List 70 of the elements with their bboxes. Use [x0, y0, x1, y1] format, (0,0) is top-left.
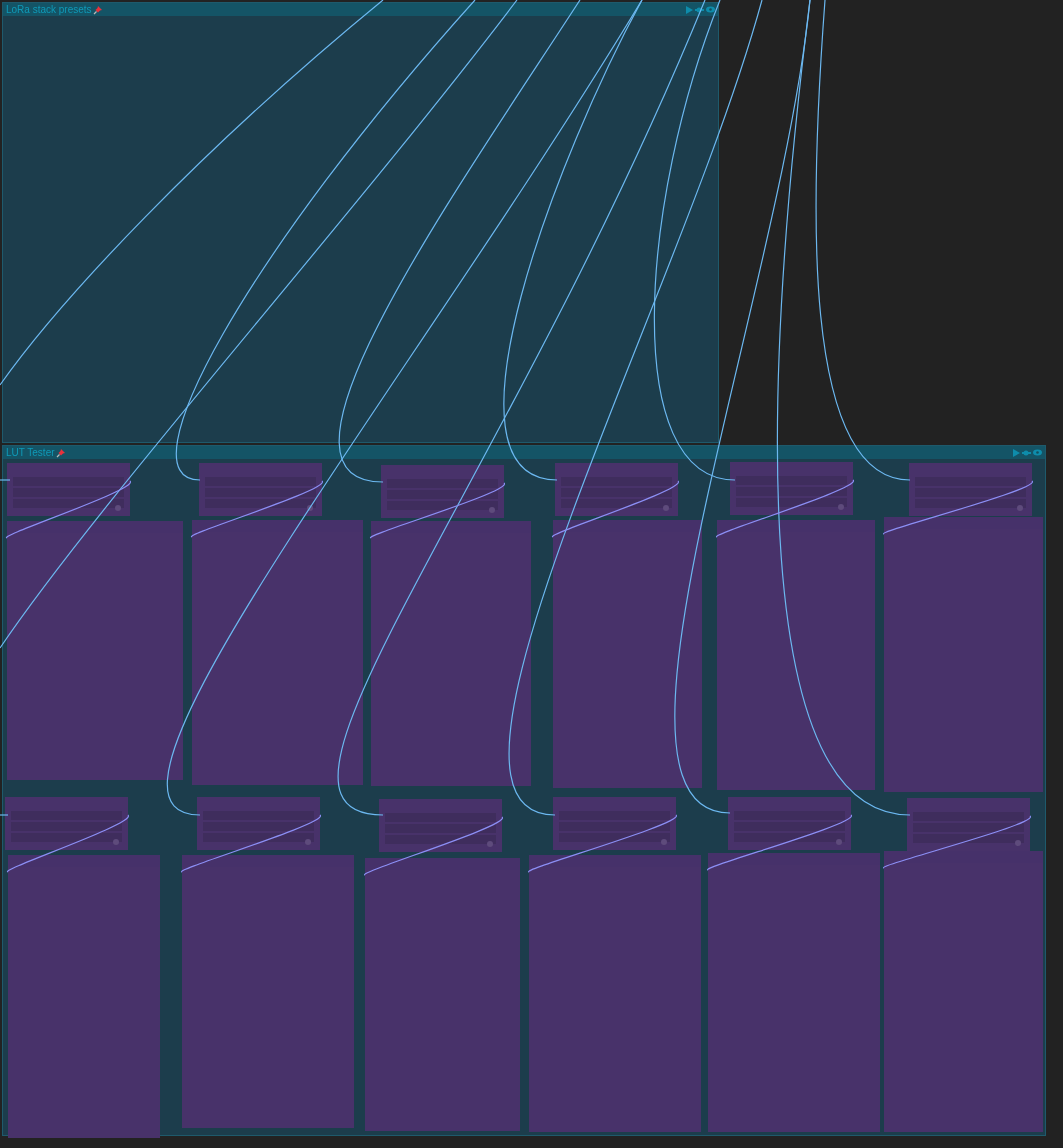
widget-row[interactable]: [736, 487, 847, 496]
node[interactable]: [199, 463, 322, 516]
node[interactable]: [5, 797, 128, 850]
widget-row[interactable]: [205, 499, 316, 508]
node[interactable]: [555, 463, 678, 516]
widget-row[interactable]: [11, 833, 122, 842]
node[interactable]: [708, 853, 880, 1132]
node[interactable]: [192, 520, 363, 785]
node[interactable]: [553, 797, 676, 850]
node[interactable]: [884, 851, 1043, 1132]
toggle-icon[interactable]: [1015, 840, 1021, 846]
node[interactable]: [909, 463, 1032, 516]
widget-row[interactable]: [203, 833, 314, 842]
play-icon[interactable]: [686, 5, 693, 14]
eye-icon[interactable]: [706, 6, 715, 13]
eye-icon[interactable]: [1033, 449, 1042, 456]
widget-row[interactable]: [561, 488, 672, 497]
toggle-icon[interactable]: [115, 505, 121, 511]
widget-row[interactable]: [203, 822, 314, 831]
pin-icon[interactable]: [92, 4, 103, 15]
toggle-icon[interactable]: [113, 839, 119, 845]
pin-icon[interactable]: [55, 447, 66, 458]
node[interactable]: [730, 462, 853, 515]
toggle-icon[interactable]: [838, 504, 844, 510]
widget-row[interactable]: [559, 833, 670, 842]
node[interactable]: [381, 465, 504, 518]
group-title[interactable]: LUT Tester: [6, 446, 55, 459]
node[interactable]: [371, 521, 531, 786]
node[interactable]: [728, 797, 851, 850]
widget-row[interactable]: [913, 834, 1024, 843]
widget-row[interactable]: [561, 499, 672, 508]
widget-row[interactable]: [915, 499, 1026, 508]
node[interactable]: [907, 798, 1030, 851]
widget-row[interactable]: [913, 823, 1024, 832]
widget-row[interactable]: [11, 822, 122, 831]
toggle-icon[interactable]: [661, 839, 667, 845]
toggle-icon[interactable]: [663, 505, 669, 511]
play-icon[interactable]: [1013, 448, 1020, 457]
bypass-icon[interactable]: [1022, 448, 1031, 457]
node[interactable]: [7, 521, 183, 780]
toggle-icon[interactable]: [1017, 505, 1023, 511]
widget-row[interactable]: [13, 499, 124, 508]
widget-row[interactable]: [915, 488, 1026, 497]
widget-row[interactable]: [387, 490, 498, 499]
widget-row[interactable]: [736, 498, 847, 507]
widget-row[interactable]: [13, 488, 124, 497]
widget-row[interactable]: [734, 833, 845, 842]
widget-row[interactable]: [734, 822, 845, 831]
node[interactable]: [197, 797, 320, 850]
node[interactable]: [379, 799, 502, 852]
widget-row[interactable]: [385, 824, 496, 833]
widget-row[interactable]: [205, 488, 316, 497]
node[interactable]: [884, 517, 1043, 792]
toggle-icon[interactable]: [487, 841, 493, 847]
widget-row[interactable]: [385, 835, 496, 844]
node[interactable]: [529, 855, 701, 1132]
widget-row[interactable]: [559, 822, 670, 831]
node[interactable]: [365, 858, 520, 1131]
group-title[interactable]: LoRa stack presets: [6, 3, 92, 16]
toggle-icon[interactable]: [489, 507, 495, 513]
node[interactable]: [182, 855, 354, 1128]
widget-row[interactable]: [387, 501, 498, 510]
node[interactable]: [717, 520, 875, 790]
node[interactable]: [8, 855, 160, 1138]
node[interactable]: [7, 463, 130, 516]
toggle-icon[interactable]: [307, 505, 313, 511]
bypass-icon[interactable]: [695, 5, 704, 14]
toggle-icon[interactable]: [305, 839, 311, 845]
node[interactable]: [553, 520, 702, 788]
toggle-icon[interactable]: [836, 839, 842, 845]
